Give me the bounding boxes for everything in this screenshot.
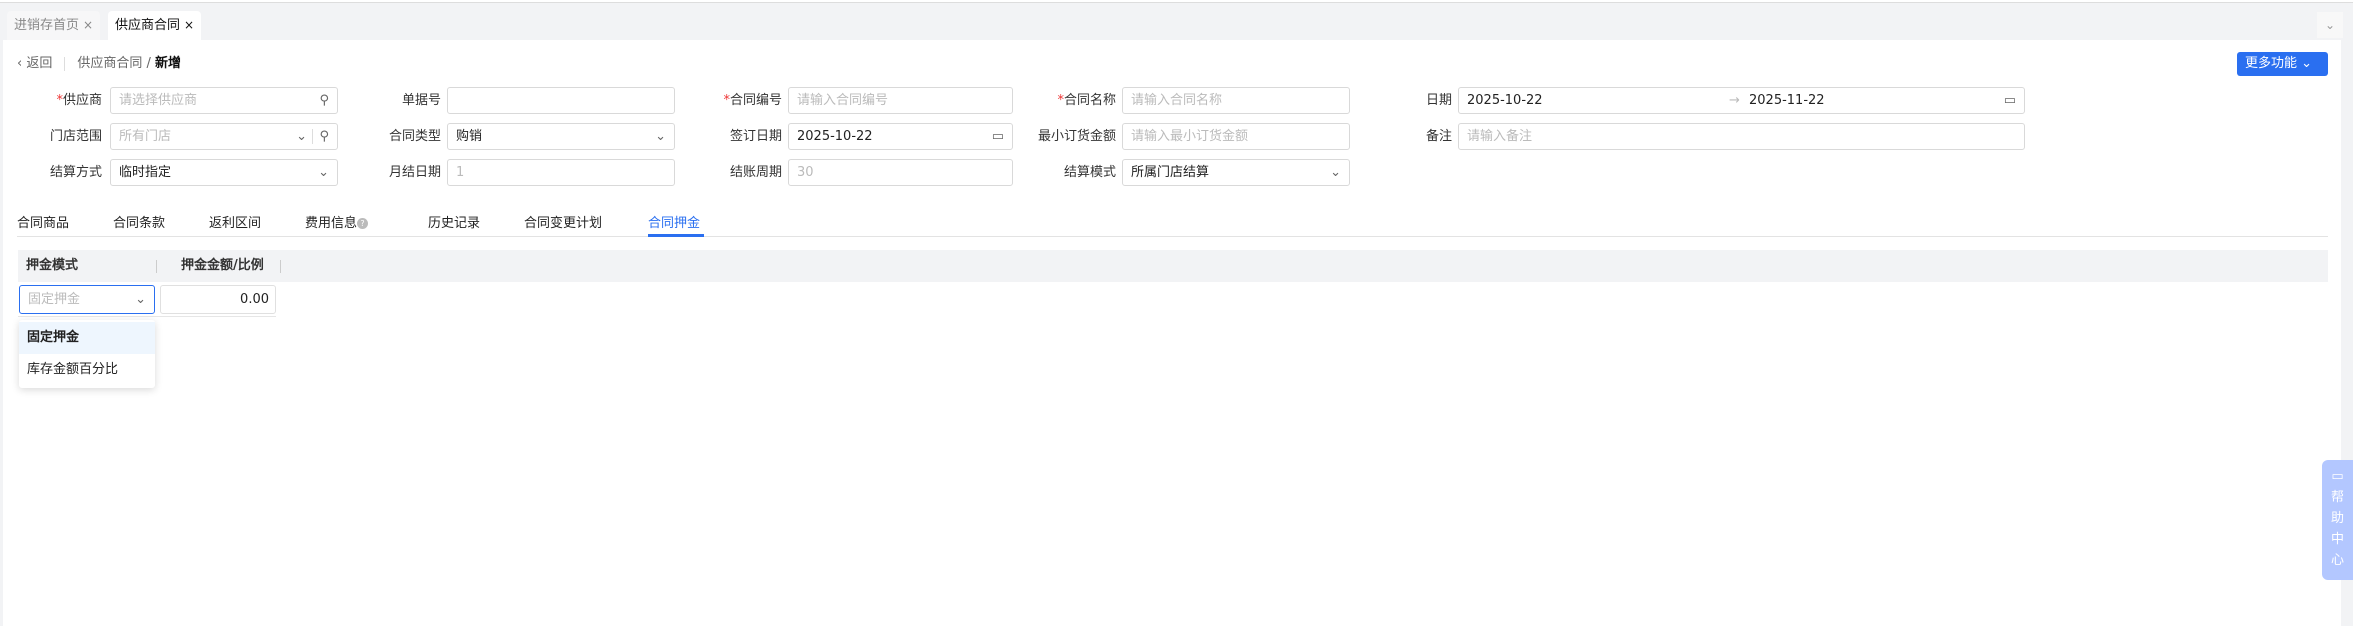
tab-change-plan[interactable]: 合同变更计划 <box>524 212 602 231</box>
min-order-label: 最小订货金额 <box>1037 129 1116 144</box>
arrow-icon: → <box>1729 93 1740 108</box>
breadcrumb-parent[interactable]: 供应商合同 <box>77 56 142 71</box>
column-resizer[interactable] <box>280 260 281 273</box>
store-scope-label: 门店范围 <box>49 129 102 144</box>
tab-history[interactable]: 历史记录 <box>428 212 480 231</box>
page-tab-bar <box>0 2 2353 40</box>
page-tab-home[interactable]: 进销存首页 × <box>7 11 101 40</box>
tab-fee-info[interactable]: 费用信息? <box>305 212 369 231</box>
sign-date-picker[interactable]: 2025-10-22 ▭ <box>788 123 1013 150</box>
tab-rebate-range[interactable]: 返利区间 <box>209 212 261 231</box>
column-resizer[interactable] <box>156 260 157 273</box>
help-center-button[interactable]: ▭ 帮助中心 <box>2322 460 2353 580</box>
deposit-mode-select[interactable]: 固定押金 ⌄ <box>19 285 155 314</box>
chevron-down-icon: ⌄ <box>655 129 666 144</box>
tab-contract-deposit[interactable]: 合同押金 <box>648 212 700 231</box>
tab-label: 供应商合同 <box>115 18 181 33</box>
chevron-down-icon: ⌄ <box>2301 56 2313 71</box>
col-deposit-amount: 押金金额/比例 <box>181 258 264 273</box>
more-functions-button[interactable]: 更多功能 ⌄ <box>2237 52 2328 76</box>
contract-type-label: 合同类型 <box>388 129 441 144</box>
remark-label: 备注 <box>1425 129 1452 144</box>
chevron-down-icon: ⌄ <box>296 129 307 144</box>
col-deposit-mode: 押金模式 <box>26 258 79 273</box>
close-icon[interactable]: × <box>83 18 93 32</box>
settle-cycle-input[interactable]: 30 <box>788 159 1013 186</box>
contract-no-input[interactable]: 请输入合同编号 <box>788 87 1013 114</box>
breadcrumb-current: 新增 <box>155 56 182 71</box>
end-date[interactable]: 2025-11-22 <box>1749 88 1825 113</box>
settle-mode-label: 结算模式 <box>1063 165 1116 180</box>
remark-input[interactable]: 请输入备注 <box>1458 123 2025 150</box>
deposit-mode-dropdown: 固定押金 库存金额百分比 <box>19 320 155 388</box>
tabs-divider <box>17 236 2328 237</box>
doc-no-input[interactable] <box>447 87 675 114</box>
monthly-day-label: 月结日期 <box>388 165 441 180</box>
chevron-down-icon: ⌄ <box>318 165 329 180</box>
deposit-amount-input[interactable]: 0.00 <box>160 285 276 314</box>
settle-method-select[interactable]: 临时指定 ⌄ <box>110 159 338 186</box>
monthly-day-input[interactable]: 1 <box>447 159 675 186</box>
tab-contract-terms[interactable]: 合同条款 <box>113 212 165 231</box>
back-button[interactable]: ‹ 返回 <box>17 56 52 71</box>
message-icon: ▭ <box>2331 469 2344 484</box>
more-label: 更多功能 <box>2245 56 2298 71</box>
close-icon[interactable]: × <box>184 18 194 32</box>
min-order-input[interactable]: 请输入最小订货金额 <box>1122 123 1350 150</box>
option-fixed-deposit[interactable]: 固定押金 <box>19 322 155 354</box>
page-tab-supplier-contract[interactable]: 供应商合同 × <box>108 11 202 40</box>
table-header: 押金模式 押金金额/比例 <box>18 250 2328 282</box>
contract-no-label: *合同编号 <box>723 93 782 108</box>
settle-method-label: 结算方式 <box>49 165 102 180</box>
store-scope-select[interactable]: 所有门店 ⌄ ⚲ <box>110 123 338 150</box>
divider <box>64 56 66 71</box>
chevron-down-icon: ⌄ <box>135 292 146 307</box>
settle-cycle-label: 结账周期 <box>729 165 782 180</box>
contract-name-label: *合同名称 <box>1057 93 1116 108</box>
calendar-icon[interactable]: ▭ <box>992 124 1004 149</box>
option-inventory-percent[interactable]: 库存金额百分比 <box>19 354 155 386</box>
contract-name-input[interactable]: 请输入合同名称 <box>1122 87 1350 114</box>
date-range-picker[interactable]: 2025-10-22 → 2025-11-22 ▭ <box>1458 87 2025 114</box>
supplier-label: *供应商 <box>56 93 102 108</box>
row-divider <box>18 316 276 317</box>
tab-label: 进销存首页 <box>14 18 80 33</box>
settle-mode-select[interactable]: 所属门店结算 ⌄ <box>1122 159 1350 186</box>
back-label: 返回 <box>26 56 53 71</box>
active-tab-indicator <box>648 234 704 237</box>
supplier-input[interactable]: 请选择供应商 ⚲ <box>110 87 338 114</box>
chevron-down-icon[interactable]: ⌄ <box>2317 12 2343 38</box>
help-icon: ? <box>357 218 369 229</box>
search-icon[interactable]: ⚲ <box>319 124 329 149</box>
doc-no-label: 单据号 <box>401 93 441 108</box>
start-date[interactable]: 2025-10-22 <box>1467 93 1543 108</box>
breadcrumb: ‹ 返回 供应商合同 / 新增 <box>17 54 181 74</box>
search-icon[interactable]: ⚲ <box>319 88 329 113</box>
breadcrumb-sep: / <box>146 56 151 71</box>
calendar-icon[interactable]: ▭ <box>2004 88 2016 113</box>
sign-date-label: 签订日期 <box>729 129 782 144</box>
tab-contract-goods[interactable]: 合同商品 <box>17 212 69 231</box>
contract-type-select[interactable]: 购销 ⌄ <box>447 123 675 150</box>
chevron-down-icon: ⌄ <box>1330 165 1341 180</box>
date-label: 日期 <box>1425 93 1452 108</box>
